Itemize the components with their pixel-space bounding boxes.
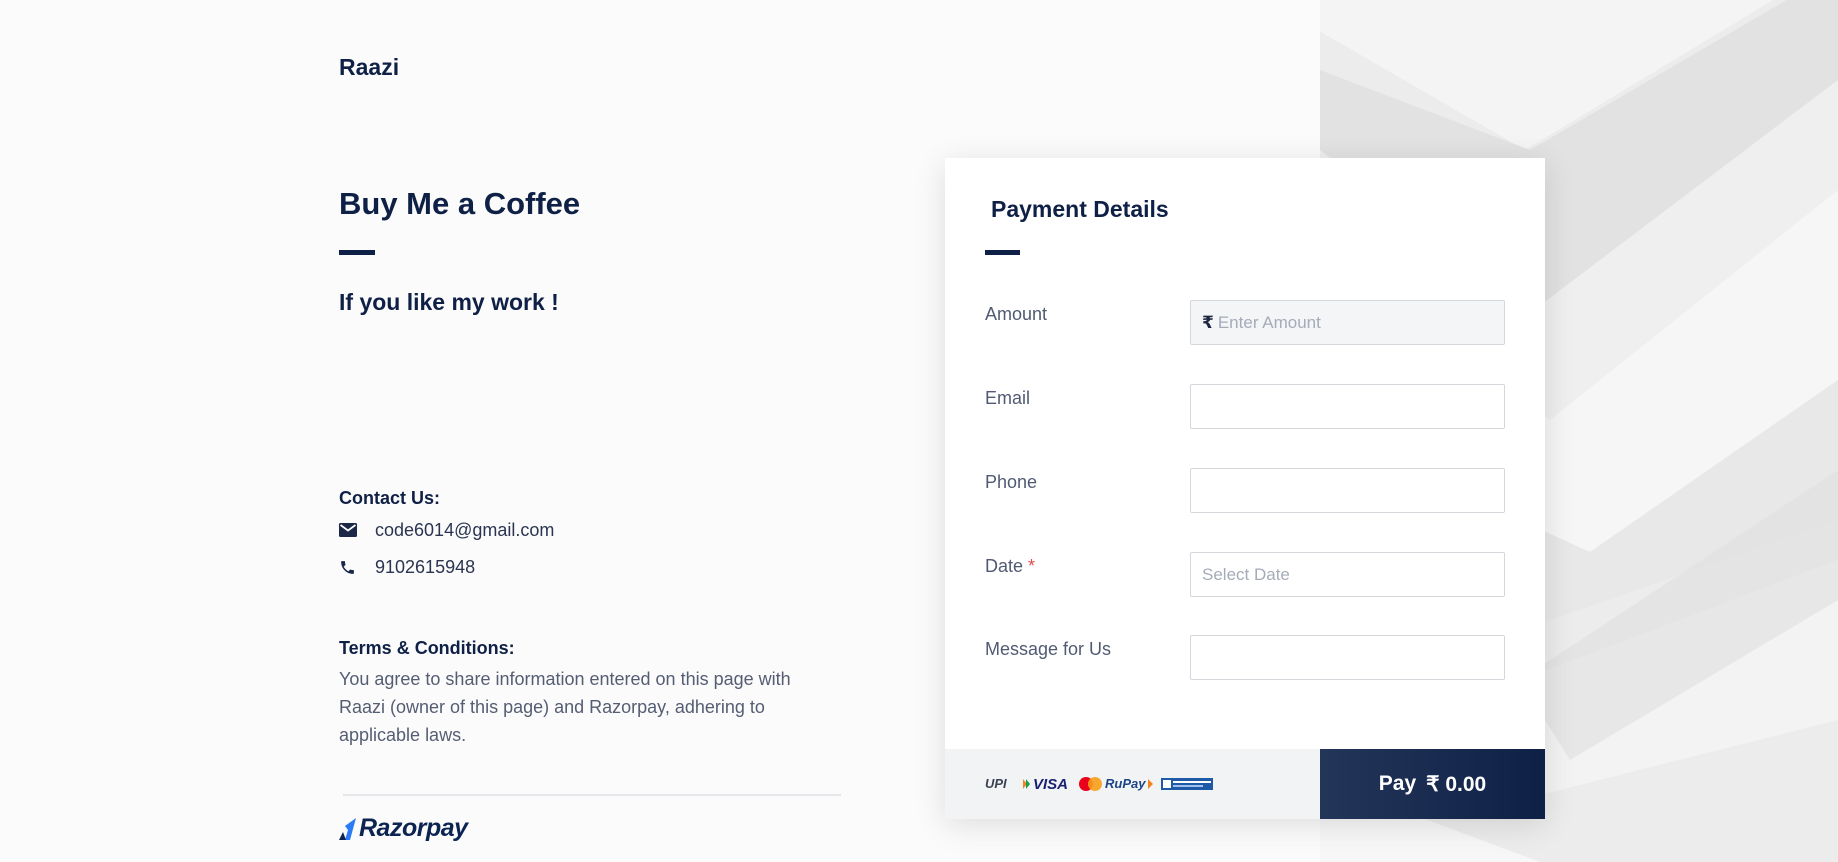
page-subtitle: If you like my work !	[339, 289, 559, 315]
contact-email: code6014@gmail.com	[339, 517, 554, 543]
message-input[interactable]	[1190, 635, 1505, 680]
contact-phone: 9102615948	[339, 554, 475, 580]
razorpay-mark-icon	[339, 817, 356, 840]
pay-button-label: Pay	[1378, 772, 1417, 795]
date-input[interactable]	[1190, 552, 1505, 597]
amount-input[interactable]	[1213, 301, 1504, 344]
amount-field: ₹	[1190, 300, 1505, 345]
visa-icon: VISA	[1033, 776, 1068, 793]
payment-card: Payment Details Amount ₹ Email Phone Dat…	[945, 158, 1545, 819]
date-label: Date *	[985, 556, 1035, 577]
divider	[343, 794, 841, 796]
date-label-text: Date	[985, 556, 1024, 576]
email-input[interactable]	[1190, 384, 1505, 429]
card-footer: UPI VISA RuPay Pay ₹ 0.00	[945, 749, 1545, 819]
rupay-icon: RuPay	[1105, 776, 1153, 791]
title-underline	[339, 250, 375, 255]
contact-email-text[interactable]: code6014@gmail.com	[375, 520, 554, 541]
upi-icon: UPI	[985, 776, 1030, 791]
phone-input[interactable]	[1190, 468, 1505, 513]
terms-text: You agree to share information entered o…	[339, 669, 791, 745]
contact-phone-text[interactable]: 9102615948	[375, 557, 475, 578]
payment-title-underline	[985, 250, 1020, 255]
phone-label: Phone	[985, 472, 1038, 492]
payment-title: Payment Details	[991, 196, 1169, 222]
svg-text:VISA: VISA	[1033, 776, 1068, 793]
message-label: Message for Us	[985, 639, 1112, 659]
brand-name: Raazi	[339, 54, 400, 80]
mail-icon	[339, 519, 361, 541]
phone-icon	[339, 556, 361, 578]
svg-text:RuPay: RuPay	[1105, 776, 1146, 791]
required-mark: *	[1028, 556, 1036, 576]
pay-button-amount: ₹ 0.00	[1426, 772, 1487, 796]
mastercard-icon	[1079, 777, 1102, 791]
email-label: Email	[985, 388, 1031, 408]
page-title: Buy Me a Coffee	[339, 186, 581, 221]
razorpay-wordmark: Razorpay	[359, 814, 468, 842]
amount-label: Amount	[985, 304, 1048, 324]
rupee-icon: ₹	[1202, 312, 1214, 332]
razorpay-logo[interactable]: Razorpay	[339, 814, 468, 843]
svg-text:UPI: UPI	[985, 776, 1007, 791]
contact-heading: Contact Us:	[339, 488, 441, 508]
pay-button[interactable]: Pay ₹ 0.00	[1320, 749, 1545, 819]
payment-methods: UPI VISA RuPay	[945, 749, 1320, 819]
terms-heading: Terms & Conditions:	[339, 638, 515, 658]
netbanking-icon	[1161, 778, 1213, 790]
